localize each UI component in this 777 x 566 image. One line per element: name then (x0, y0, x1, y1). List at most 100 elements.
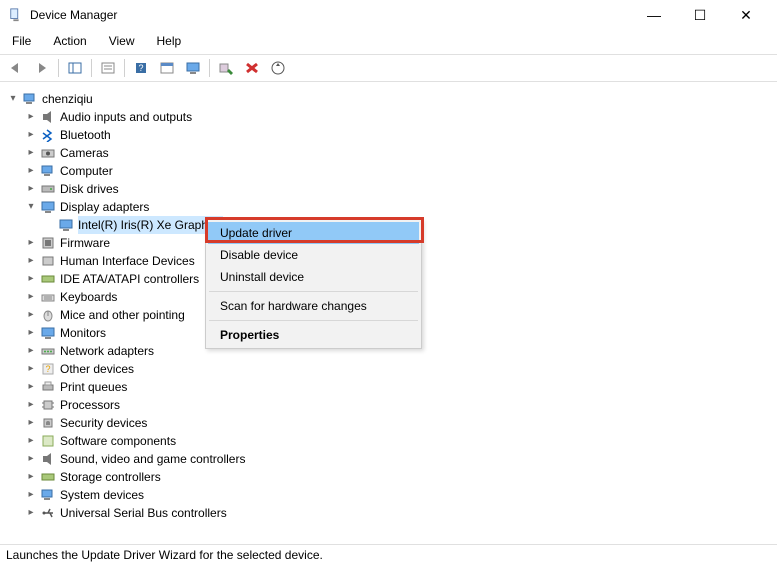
category-icon (40, 469, 56, 485)
menu-file[interactable]: File (8, 32, 35, 50)
expand-icon[interactable]: ▸ (24, 252, 38, 270)
tree-category[interactable]: ▸Print queues (6, 378, 771, 396)
tree-item-label: Sound, video and game controllers (60, 450, 245, 468)
context-menu-item[interactable]: Update driver (208, 222, 419, 244)
tree-category[interactable]: ▸ Computer (6, 162, 771, 180)
tree-item-label: Keyboards (60, 288, 117, 306)
device-icon (58, 217, 74, 233)
svg-text:?: ? (45, 364, 50, 374)
tree-category[interactable]: ▸Bluetooth (6, 126, 771, 144)
tree-root-label: chenziqiu (42, 90, 93, 108)
scan-hardware-button[interactable] (266, 57, 290, 79)
category-icon (40, 487, 56, 503)
category-icon (40, 325, 56, 341)
expand-icon[interactable]: ▸ (24, 414, 38, 432)
close-button[interactable]: ✕ (723, 0, 769, 30)
action-button[interactable] (155, 57, 179, 79)
expand-icon[interactable]: ▸ (24, 504, 38, 522)
expand-icon[interactable]: ▸ (24, 144, 38, 162)
tree-item-label: Human Interface Devices (60, 252, 195, 270)
maximize-button[interactable]: ☐ (677, 0, 723, 30)
menu-help[interactable]: Help (153, 32, 186, 50)
tree-item-label: Security devices (60, 414, 147, 432)
toolbar-sep (124, 59, 125, 77)
tree-category[interactable]: ▸ Cameras (6, 144, 771, 162)
expand-icon[interactable]: ▸ (24, 234, 38, 252)
tree-item-label: Mice and other pointing (60, 306, 185, 324)
context-menu-item[interactable]: Properties (208, 324, 419, 346)
collapse-icon[interactable]: ▾ (6, 90, 20, 108)
expand-icon[interactable]: ▸ (24, 342, 38, 360)
expand-icon[interactable]: ▸ (24, 432, 38, 450)
expand-icon[interactable]: ▸ (24, 486, 38, 504)
enable-device-button[interactable] (214, 57, 238, 79)
expand-icon[interactable]: ▸ (24, 324, 38, 342)
minimize-button[interactable]: ― (631, 0, 677, 30)
context-menu-item[interactable]: Scan for hardware changes (208, 295, 419, 317)
tree-category[interactable]: ▸Processors (6, 396, 771, 414)
tree-category[interactable]: ▸Universal Serial Bus controllers (6, 504, 771, 522)
expand-icon[interactable]: ▸ (24, 126, 38, 144)
category-icon (40, 181, 56, 197)
show-hide-tree-button[interactable] (63, 57, 87, 79)
category-icon (40, 289, 56, 305)
toolbar-sep (209, 59, 210, 77)
help-button[interactable]: ? (129, 57, 153, 79)
expand-icon[interactable]: ▸ (24, 468, 38, 486)
expand-icon[interactable]: ▸ (24, 270, 38, 288)
forward-button[interactable] (30, 57, 54, 79)
category-icon (40, 199, 56, 215)
toolbar-sep (58, 59, 59, 77)
context-menu: Update driverDisable deviceUninstall dev… (205, 219, 422, 349)
context-menu-separator (209, 291, 418, 292)
svg-text:?: ? (138, 63, 143, 73)
expand-icon[interactable]: ▸ (24, 288, 38, 306)
expand-icon[interactable]: ▾ (24, 198, 38, 216)
expand-icon[interactable]: ▸ (24, 162, 38, 180)
category-icon (40, 235, 56, 251)
tree-item-label: System devices (60, 486, 144, 504)
category-icon (40, 271, 56, 287)
context-menu-separator (209, 320, 418, 321)
tree-item-label: Intel(R) Iris(R) Xe Graphics (78, 216, 223, 234)
monitor-button[interactable] (181, 57, 205, 79)
tree-item-label: Software components (60, 432, 176, 450)
expand-icon[interactable]: ▸ (24, 360, 38, 378)
category-icon (40, 253, 56, 269)
tree-item-label: Disk drives (60, 180, 119, 198)
tree-root[interactable]: ▾ chenziqiu (6, 90, 771, 108)
tree-category[interactable]: ▸ Sound, video and game controllers (6, 450, 771, 468)
tree-category[interactable]: ▸ Software components (6, 432, 771, 450)
tree-category[interactable]: ▾ Display adapters (6, 198, 771, 216)
tree-category[interactable]: ▸Audio inputs and outputs (6, 108, 771, 126)
category-icon (40, 163, 56, 179)
tree-item-label: Other devices (60, 360, 134, 378)
uninstall-button[interactable] (240, 57, 264, 79)
tree-category[interactable]: ▸ System devices (6, 486, 771, 504)
tree-item-label: Computer (60, 162, 113, 180)
window-title: Device Manager (30, 8, 631, 22)
toolbar: ? (0, 54, 777, 82)
tree-item-label: Cameras (60, 144, 109, 162)
menu-view[interactable]: View (105, 32, 139, 50)
tree-item-label: Display adapters (60, 198, 149, 216)
tree-category[interactable]: ▸ Disk drives (6, 180, 771, 198)
category-icon (40, 397, 56, 413)
expand-icon[interactable]: ▸ (24, 306, 38, 324)
menubar: File Action View Help (0, 30, 777, 54)
tree-category[interactable]: ▸? Other devices (6, 360, 771, 378)
statusbar: Launches the Update Driver Wizard for th… (0, 544, 777, 566)
expand-icon[interactable]: ▸ (24, 396, 38, 414)
tree-category[interactable]: ▸ Security devices (6, 414, 771, 432)
context-menu-item[interactable]: Disable device (208, 244, 419, 266)
expand-icon[interactable]: ▸ (24, 108, 38, 126)
properties-button[interactable] (96, 57, 120, 79)
tree-category[interactable]: ▸Storage controllers (6, 468, 771, 486)
back-button[interactable] (4, 57, 28, 79)
expand-icon[interactable]: ▸ (24, 378, 38, 396)
menu-action[interactable]: Action (49, 32, 90, 50)
context-menu-item[interactable]: Uninstall device (208, 266, 419, 288)
expand-icon[interactable]: ▸ (24, 180, 38, 198)
category-icon: ? (40, 361, 56, 377)
expand-icon[interactable]: ▸ (24, 450, 38, 468)
